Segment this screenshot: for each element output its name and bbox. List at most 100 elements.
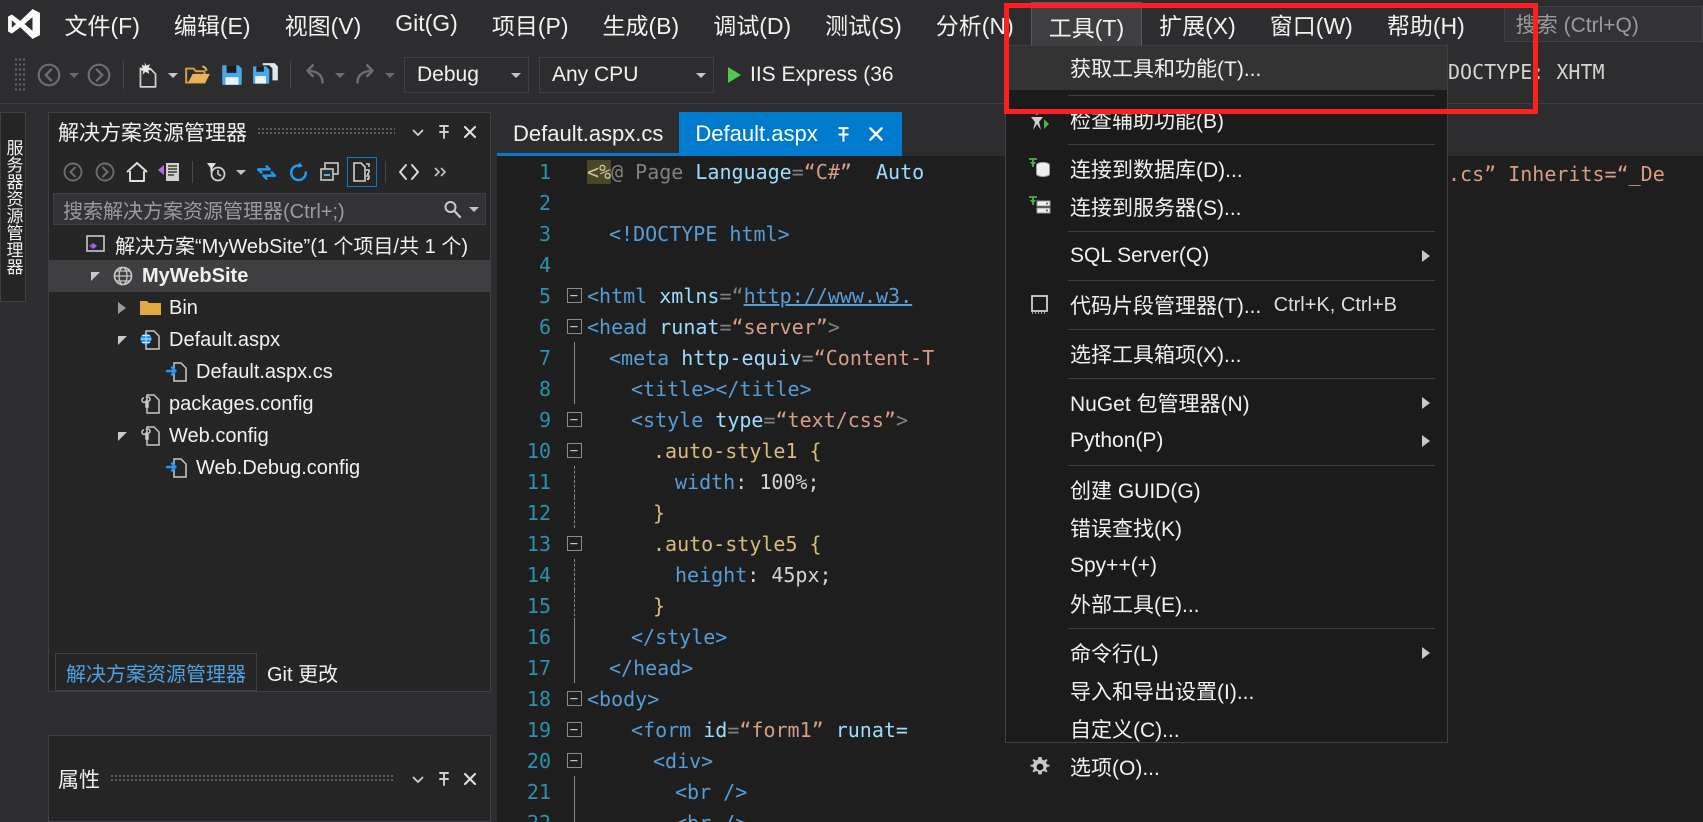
search-caret-icon[interactable] — [462, 206, 479, 212]
fold-toggle-icon[interactable]: − — [561, 443, 587, 458]
menu-option-10[interactable]: 错误查找(K) — [1006, 509, 1447, 547]
menu-option-13[interactable]: 命令行(L) — [1006, 634, 1447, 672]
menu-option-1[interactable]: 检查辅助功能(B) — [1006, 101, 1447, 139]
menu-option-6[interactable]: 选择工具箱项(X)... — [1006, 335, 1447, 373]
back-icon[interactable] — [58, 157, 88, 187]
chevron-right-icon[interactable] — [109, 302, 135, 314]
collapse-all-icon[interactable] — [315, 157, 345, 187]
code-text: <%@ Page Language=“C#” Auto — [587, 159, 925, 184]
solution-explorer-tabs: 解决方案资源管理器 Git 更改 — [49, 649, 490, 691]
search-input[interactable]: 搜索 (Ctrl+Q) — [1503, 5, 1703, 42]
sync-icon[interactable] — [251, 157, 281, 187]
overflow-icon[interactable] — [426, 157, 456, 187]
sidebar-tab-server-explorer[interactable]: 服务器资源管理器 — [0, 112, 26, 302]
menu-item-0[interactable]: 文件(F) — [48, 5, 157, 43]
search-icon[interactable] — [442, 199, 462, 219]
menu-item-6[interactable]: 调试(D) — [696, 5, 808, 43]
navigate-back-icon[interactable] — [32, 58, 66, 92]
solution-explorer-tab-0[interactable]: 解决方案资源管理器 — [55, 653, 257, 691]
menu-item-5[interactable]: 生成(B) — [586, 5, 697, 43]
menu-option-7[interactable]: NuGet 包管理器(N) — [1006, 384, 1447, 422]
menu-item-12[interactable]: 帮助(H) — [1370, 5, 1482, 43]
menu-option-12[interactable]: 外部工具(E)... — [1006, 585, 1447, 623]
close-icon[interactable] — [457, 766, 483, 792]
menu-option-2[interactable]: 连接到数据库(D)... — [1006, 150, 1447, 188]
tree-item-5[interactable]: packages.config — [49, 388, 490, 420]
fold-toggle-icon[interactable]: − — [561, 319, 587, 334]
refresh-icon[interactable] — [283, 157, 313, 187]
menu-item-7[interactable]: 测试(S) — [808, 5, 919, 43]
menu-option-16[interactable]: 选项(O)... — [1006, 748, 1447, 786]
tree-item-0[interactable]: 解决方案“MyWebSite”(1 个项目/共 1 个) — [49, 228, 490, 260]
undo-icon[interactable] — [298, 58, 332, 92]
fold-toggle-icon[interactable]: − — [561, 753, 587, 768]
fold-toggle-icon[interactable]: − — [561, 691, 587, 706]
close-icon[interactable] — [866, 124, 886, 144]
menu-option-0[interactable]: 获取工具和功能(T)... — [1006, 46, 1447, 90]
view-code-icon[interactable] — [394, 157, 424, 187]
new-file-caret-icon[interactable] — [165, 58, 181, 92]
toolbar-grip[interactable] — [14, 57, 26, 93]
fold-toggle-icon[interactable]: − — [561, 412, 587, 427]
tree-item-7[interactable]: Web.Debug.config — [49, 452, 490, 484]
tree-item-1[interactable]: MyWebSite — [49, 260, 490, 292]
redo-caret-icon[interactable] — [382, 58, 398, 92]
menu-option-11[interactable]: Spy++(+) — [1006, 547, 1447, 585]
navigate-back-caret-icon[interactable] — [66, 58, 82, 92]
tree-item-6[interactable]: Web.config — [49, 420, 490, 452]
sync-with-active-document-icon[interactable] — [154, 157, 184, 187]
fold-toggle-icon[interactable]: − — [561, 288, 587, 303]
menu-item-4[interactable]: 项目(P) — [475, 5, 586, 43]
close-icon[interactable] — [457, 119, 483, 145]
filter-caret-icon[interactable] — [233, 155, 249, 189]
solution-explorer-tab-1[interactable]: Git 更改 — [257, 653, 348, 691]
new-file-icon[interactable] — [131, 58, 165, 92]
menu-item-3[interactable]: Git(G) — [378, 5, 475, 43]
chevron-down-icon[interactable] — [109, 335, 135, 345]
menu-option-9[interactable]: 创建 GUID(G) — [1006, 471, 1447, 509]
home-icon[interactable] — [122, 157, 152, 187]
solution-configuration-dropdown[interactable]: Debug — [404, 57, 529, 93]
menu-item-10[interactable]: 扩展(X) — [1142, 5, 1253, 43]
menu-item-9[interactable]: 工具(T) — [1030, 1, 1143, 46]
editor-tab-1[interactable]: Default.aspx — [679, 112, 902, 156]
solution-explorer-search-input[interactable]: 搜索解决方案资源管理器(Ctrl+;) — [53, 193, 486, 225]
tree-item-4[interactable]: Default.aspx.cs — [49, 356, 490, 388]
search-placeholder-text: 搜索 (Ctrl+Q) — [1515, 13, 1639, 37]
pin-icon[interactable] — [834, 125, 853, 144]
navigate-forward-icon[interactable] — [82, 58, 116, 92]
menu-option-8[interactable]: Python(P) — [1006, 422, 1447, 460]
menu-item-1[interactable]: 编辑(E) — [157, 5, 268, 43]
menu-option-15[interactable]: 自定义(C)... — [1006, 710, 1447, 748]
chevron-down-icon[interactable] — [82, 271, 108, 281]
menu-item-11[interactable]: 窗口(W) — [1253, 5, 1370, 43]
save-icon[interactable] — [215, 58, 249, 92]
forward-icon[interactable] — [90, 157, 120, 187]
pin-icon[interactable] — [431, 766, 457, 792]
fold-toggle-icon[interactable]: − — [561, 536, 587, 551]
menu-item-8[interactable]: 分析(N) — [919, 5, 1031, 43]
menu-option-14[interactable]: 导入和导出设置(I)... — [1006, 672, 1447, 710]
tree-item-2[interactable]: Bin — [49, 292, 490, 324]
drag-handle-dots[interactable] — [110, 774, 395, 783]
show-all-files-icon[interactable] — [347, 157, 377, 187]
menu-option-3[interactable]: 连接到服务器(S)... — [1006, 188, 1447, 226]
chevron-down-icon[interactable] — [405, 766, 431, 792]
menu-option-5[interactable]: 代码片段管理器(T)... Ctrl+K, Ctrl+B — [1006, 286, 1447, 324]
pending-changes-filter-icon[interactable] — [201, 157, 231, 187]
save-all-icon[interactable] — [249, 58, 283, 92]
editor-tab-0[interactable]: Default.aspx.cs — [497, 112, 680, 156]
fold-toggle-icon[interactable]: − — [561, 722, 587, 737]
pin-icon[interactable] — [431, 119, 457, 145]
open-folder-icon[interactable] — [181, 58, 215, 92]
solution-platform-dropdown[interactable]: Any CPU — [539, 57, 714, 93]
chevron-down-icon[interactable] — [109, 431, 135, 441]
undo-caret-icon[interactable] — [332, 58, 348, 92]
chevron-down-icon[interactable] — [405, 119, 431, 145]
start-debug-button[interactable]: IIS Express (36 — [728, 63, 894, 87]
drag-handle-dots[interactable] — [257, 128, 395, 136]
redo-icon[interactable] — [348, 58, 382, 92]
tree-item-3[interactable]: Default.aspx — [49, 324, 490, 356]
menu-option-4[interactable]: SQL Server(Q) — [1006, 237, 1447, 275]
menu-item-2[interactable]: 视图(V) — [268, 5, 379, 43]
